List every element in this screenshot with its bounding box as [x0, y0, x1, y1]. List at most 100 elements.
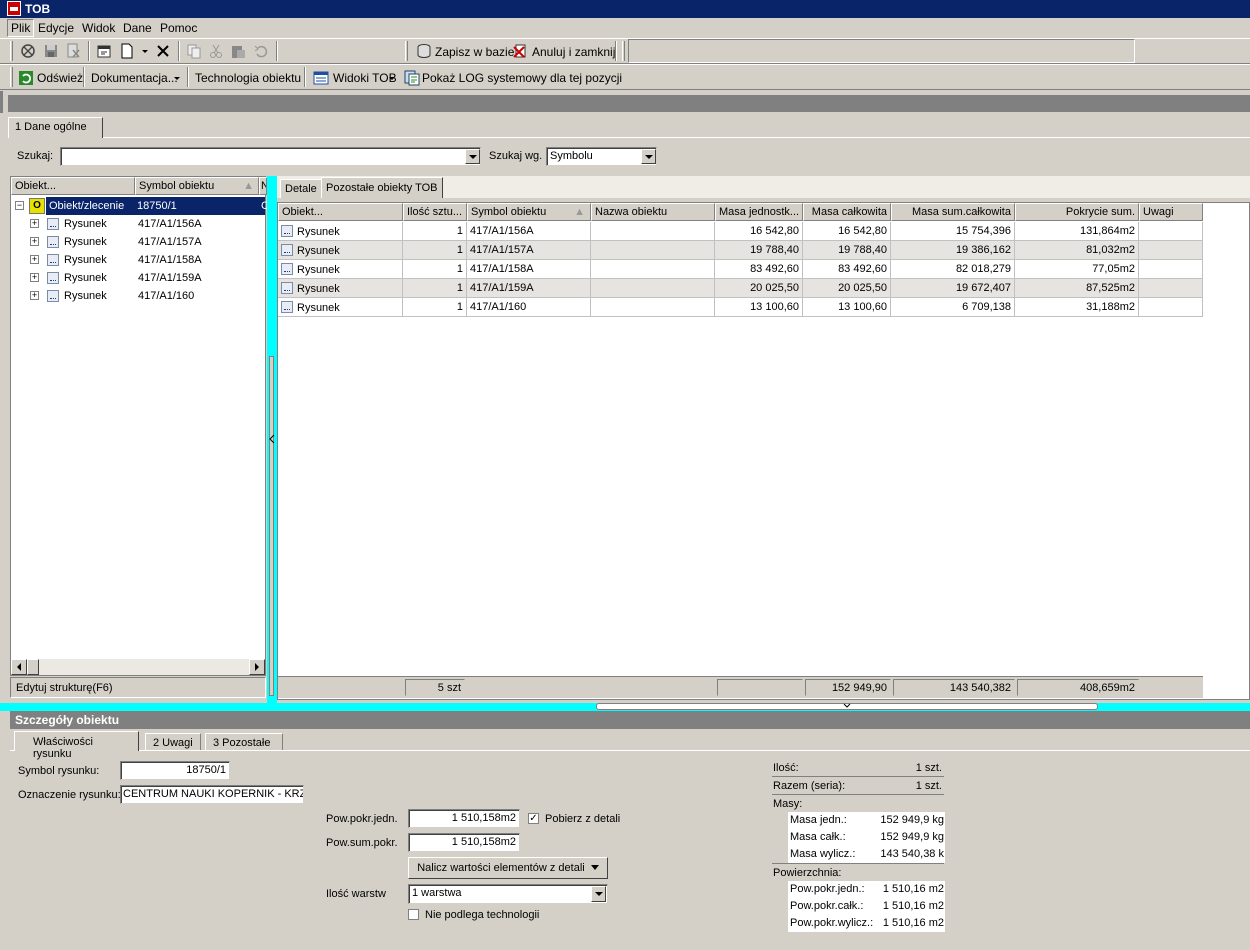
cut-icon[interactable]: [208, 43, 224, 59]
cell-sum-mass[interactable]: 15 754,396: [891, 222, 1015, 241]
cell-unit-mass[interactable]: 20 025,50: [715, 279, 803, 298]
cell-qty[interactable]: 1: [403, 241, 467, 260]
cell-total-mass[interactable]: 83 492,60: [803, 260, 891, 279]
cell-coverage[interactable]: 87,525m2: [1015, 279, 1139, 298]
cell-notes[interactable]: [1139, 241, 1203, 260]
cell-symbol[interactable]: 417/A1/156A: [467, 222, 591, 241]
table-row[interactable]: Rysunek 1 417/A1/156A 16 542,80 16 542,80 15 …: [278, 222, 1203, 241]
cell-sum-mass[interactable]: 19 672,407: [891, 279, 1015, 298]
cell-qty[interactable]: 1: [403, 279, 467, 298]
toolbar-grip[interactable]: [10, 67, 13, 87]
chevron-down-icon[interactable]: [173, 70, 181, 86]
documentation-button[interactable]: Dokumentacja...: [91, 71, 178, 85]
tree-col-object[interactable]: Obiekt...: [11, 177, 135, 195]
tree-item[interactable]: + Rysunek 417/A1/156A: [11, 215, 265, 233]
save-db-button[interactable]: Zapisz w bazie: [435, 45, 514, 59]
table-row[interactable]: Rysunek 1 417/A1/159A 20 025,50 20 025,50 19 …: [278, 279, 1203, 298]
undo-icon[interactable]: [253, 43, 269, 59]
tab-drawing-properties[interactable]: Właściwości rysunku: [14, 731, 139, 760]
collapse-down-icon[interactable]: [843, 703, 851, 709]
search-by-dropdown-button[interactable]: [641, 149, 656, 164]
cell-name[interactable]: [591, 222, 715, 241]
col-coverage[interactable]: Pokrycie sum.: [1015, 203, 1139, 221]
menu-dane[interactable]: Dane: [123, 21, 152, 35]
pow-sum-input[interactable]: 1 510,158m2: [408, 833, 520, 852]
cell-name[interactable]: [591, 298, 715, 317]
collapse-icon[interactable]: −: [15, 201, 24, 210]
col-unit-mass[interactable]: Masa jednostk...: [715, 203, 803, 221]
cell-unit-mass[interactable]: 19 788,40: [715, 241, 803, 260]
cell-total-mass[interactable]: 13 100,60: [803, 298, 891, 317]
cell-sum-mass[interactable]: 19 386,162: [891, 241, 1015, 260]
technology-button[interactable]: Technologia obiektu: [195, 71, 301, 85]
table-row[interactable]: Rysunek 1 417/A1/158A 83 492,60 83 492,60 82 …: [278, 260, 1203, 279]
scroll-right-button[interactable]: [249, 659, 265, 675]
pow-jedn-input[interactable]: 1 510,158m2: [408, 809, 520, 828]
tree-item[interactable]: + Rysunek 417/A1/158A: [11, 251, 265, 269]
toolbar-grip[interactable]: [10, 41, 13, 61]
paste-icon[interactable]: [230, 43, 246, 59]
layers-dropdown-button[interactable]: [591, 886, 606, 902]
table-row[interactable]: Rysunek 1 417/A1/160 13 100,60 13 100,60 6 70…: [278, 298, 1203, 317]
cell-obj[interactable]: Rysunek: [278, 260, 403, 279]
tree-item[interactable]: + Rysunek 417/A1/159A: [11, 269, 265, 287]
toolbar-grip[interactable]: [622, 41, 625, 61]
log-icon[interactable]: [404, 70, 420, 86]
cancel-close-button[interactable]: Anuluj i zamknij: [532, 45, 615, 59]
cancel-close-icon[interactable]: [512, 43, 528, 59]
new-dropdown-icon[interactable]: [140, 43, 150, 59]
tree-col-symbol[interactable]: Symbol obiektu ▲: [135, 177, 259, 195]
scroll-left-button[interactable]: [11, 659, 27, 675]
designation-input[interactable]: CENTRUM NAUKI KOPERNIK - KRZYŻU: [120, 785, 304, 804]
cell-coverage[interactable]: 81,032m2: [1015, 241, 1139, 260]
vertical-splitter[interactable]: [267, 176, 277, 710]
splitter-handle[interactable]: [269, 356, 274, 696]
views-icon[interactable]: [313, 70, 329, 86]
calculate-from-details-button[interactable]: Nalicz wartości elementów z detali: [408, 857, 608, 879]
cell-total-mass[interactable]: 20 025,50: [803, 279, 891, 298]
cell-symbol[interactable]: 417/A1/157A: [467, 241, 591, 260]
col-notes[interactable]: Uwagi: [1139, 203, 1203, 221]
database-save-icon[interactable]: [416, 43, 432, 59]
cell-unit-mass[interactable]: 83 492,60: [715, 260, 803, 279]
tree-root-row[interactable]: − O Obiekt/zlecenie 18750/1 C: [11, 197, 269, 215]
search-dropdown-button[interactable]: [465, 149, 480, 164]
edit-structure-bar[interactable]: Edytuj strukturę(F6): [10, 677, 266, 698]
col-symbol[interactable]: Symbol obiektu ▲: [467, 203, 591, 221]
tab-notes[interactable]: 2 Uwagi: [145, 733, 201, 750]
cell-unit-mass[interactable]: 13 100,60: [715, 298, 803, 317]
expand-icon[interactable]: +: [30, 291, 39, 300]
menu-plik[interactable]: Plik: [7, 19, 35, 37]
cell-obj[interactable]: Rysunek: [278, 298, 403, 317]
tab-pozostale-obiekty[interactable]: Pozostałe obiekty TOB: [321, 177, 443, 198]
cell-name[interactable]: [591, 260, 715, 279]
tree-item[interactable]: + Rysunek 417/A1/160: [11, 287, 265, 305]
cell-notes[interactable]: [1139, 260, 1203, 279]
tab-other[interactable]: 3 Pozostałe: [205, 733, 283, 750]
tree-hscrollbar[interactable]: [11, 659, 265, 675]
table-row[interactable]: Rysunek 1 417/A1/157A 19 788,40 19 788,40 19 …: [278, 241, 1203, 260]
cell-sum-mass[interactable]: 6 709,138: [891, 298, 1015, 317]
cell-name[interactable]: [591, 241, 715, 260]
symbol-input[interactable]: 18750/1: [120, 761, 230, 780]
new-document-icon[interactable]: [119, 43, 135, 59]
cell-total-mass[interactable]: 19 788,40: [803, 241, 891, 260]
cell-coverage[interactable]: 131,864m2: [1015, 222, 1139, 241]
toolbar-grip[interactable]: [405, 41, 408, 61]
cell-coverage[interactable]: 31,188m2: [1015, 298, 1139, 317]
cell-symbol[interactable]: 417/A1/158A: [467, 260, 591, 279]
cell-qty[interactable]: 1: [403, 260, 467, 279]
tree-item[interactable]: + Rysunek 417/A1/157A: [11, 233, 265, 251]
tree-col-extra[interactable]: N: [259, 177, 267, 195]
chevron-down-icon[interactable]: [388, 70, 396, 86]
col-object[interactable]: Obiekt...: [278, 203, 403, 221]
expand-icon[interactable]: +: [30, 273, 39, 282]
cell-qty[interactable]: 1: [403, 298, 467, 317]
horizontal-splitter[interactable]: [0, 703, 1250, 711]
scroll-thumb[interactable]: [27, 659, 39, 675]
cell-notes[interactable]: [1139, 298, 1203, 317]
menu-widok[interactable]: Widok: [82, 21, 115, 35]
pobierz-checkbox[interactable]: ✓: [528, 813, 539, 824]
delete-doc-icon[interactable]: [65, 43, 81, 59]
cell-coverage[interactable]: 77,05m2: [1015, 260, 1139, 279]
